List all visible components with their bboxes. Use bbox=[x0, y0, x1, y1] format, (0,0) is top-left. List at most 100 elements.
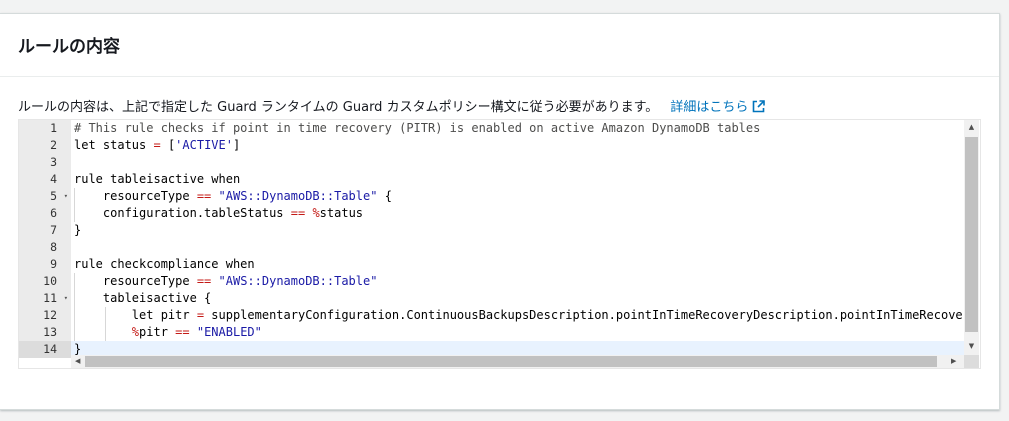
scroll-down-arrow-icon[interactable]: ▼ bbox=[964, 342, 979, 350]
code-line: rule tableisactive when bbox=[71, 171, 964, 188]
code-token: % bbox=[312, 206, 320, 220]
line-number: 2 bbox=[19, 137, 71, 154]
rule-description: ルールの内容は、上記で指定した Guard ランタイムの Guard カスタムポ… bbox=[18, 96, 766, 115]
vertical-scrollbar[interactable]: ▲ ▼ bbox=[964, 120, 979, 355]
code-token: == bbox=[175, 325, 190, 339]
line-number-text: 6 bbox=[50, 206, 57, 220]
line-number: 10 bbox=[19, 273, 71, 290]
code-line: # This rule checks if point in time reco… bbox=[71, 120, 964, 137]
line-number-text: 10 bbox=[43, 274, 57, 288]
line-number: 11 ▾ bbox=[19, 290, 71, 307]
code-token: } bbox=[74, 223, 82, 237]
line-number-text: 7 bbox=[50, 223, 57, 237]
code-token: resourceType bbox=[74, 189, 197, 203]
learn-more-link[interactable]: 詳細はこちら bbox=[670, 100, 766, 115]
code-token: "AWS::DynamoDB::Table" bbox=[218, 189, 378, 203]
code-editor[interactable]: 1 2 3 4 5 ▾ 6 7 8 9 10 11 ▾ 12 13 14 # This rule checks… bbox=[18, 119, 981, 369]
code-token: status bbox=[319, 206, 364, 220]
code-token: ] bbox=[232, 138, 241, 152]
vertical-scroll-thumb[interactable] bbox=[965, 137, 978, 332]
indent-guide bbox=[74, 273, 75, 341]
line-number-text: 12 bbox=[43, 308, 57, 322]
line-number: 4 bbox=[19, 171, 71, 188]
code-line: let pitr = supplementaryConfiguration.Co… bbox=[71, 307, 964, 324]
line-number: 6 bbox=[19, 205, 71, 222]
line-number-text: 4 bbox=[50, 172, 57, 186]
code-token: configuration.tableStatus bbox=[74, 206, 291, 220]
code-token: let status bbox=[74, 138, 154, 152]
code-token: = bbox=[153, 138, 161, 152]
code-token: == bbox=[196, 274, 212, 288]
code-token: tableisactive { bbox=[74, 291, 212, 305]
line-number-text: 14 bbox=[43, 342, 57, 356]
line-number-text: 8 bbox=[50, 240, 57, 254]
code-token: } bbox=[74, 342, 82, 355]
code-token: [ bbox=[160, 138, 176, 152]
fold-toggle-icon[interactable]: ▾ bbox=[64, 188, 68, 205]
line-number: 14 bbox=[19, 341, 71, 358]
indent-guide bbox=[74, 188, 75, 222]
panel-title: ルールの内容 bbox=[18, 37, 120, 57]
code-token: "ENABLED" bbox=[196, 325, 262, 339]
line-number-text: 5 bbox=[50, 189, 57, 203]
code-area[interactable]: # This rule checks if point in time reco… bbox=[71, 120, 964, 355]
rule-content-panel: ルールの内容 ルールの内容は、上記で指定した Guard ランタイムの Guar… bbox=[0, 13, 1000, 410]
learn-more-label: 詳細はこちら bbox=[670, 100, 749, 115]
horizontal-scrollbar[interactable]: ◀ ▶ bbox=[71, 355, 964, 368]
line-number: 7 bbox=[19, 222, 71, 239]
line-number-text: 11 bbox=[43, 291, 57, 305]
panel-header: ルールの内容 bbox=[0, 14, 999, 77]
code-token: 'ACTIVE' bbox=[175, 138, 233, 152]
code-token: == bbox=[196, 189, 212, 203]
fold-toggle-icon[interactable]: ▾ bbox=[64, 290, 68, 307]
description-text: ルールの内容は、上記で指定した Guard ランタイムの Guard カスタムポ… bbox=[18, 100, 659, 115]
scroll-right-arrow-icon[interactable]: ▶ bbox=[951, 355, 956, 368]
code-token: == bbox=[290, 206, 306, 220]
scrollbar-corner bbox=[964, 355, 979, 368]
code-line: } bbox=[71, 222, 964, 239]
code-token: % bbox=[131, 325, 140, 339]
code-token: # This rule checks if point in time reco… bbox=[74, 121, 761, 135]
line-number: 3 bbox=[19, 154, 71, 171]
line-number-text: 2 bbox=[50, 138, 57, 152]
code-token: rule checkcompliance when bbox=[74, 257, 255, 271]
code-token: rule tableisactive when bbox=[74, 172, 241, 186]
code-line: %pitr == "ENABLED" bbox=[71, 324, 964, 341]
code-token: "AWS::DynamoDB::Table" bbox=[218, 274, 378, 288]
code-line: configuration.tableStatus == %status bbox=[71, 205, 964, 222]
line-number-text: 3 bbox=[50, 155, 57, 169]
code-line: resourceType == "AWS::DynamoDB::Table" { bbox=[71, 188, 964, 205]
scroll-up-arrow-icon[interactable]: ▲ bbox=[964, 123, 979, 131]
code-token: resourceType bbox=[74, 274, 197, 288]
external-link-icon bbox=[753, 100, 766, 113]
code-line: rule checkcompliance when bbox=[71, 256, 964, 273]
code-line: resourceType == "AWS::DynamoDB::Table" bbox=[71, 273, 964, 290]
scroll-left-arrow-icon[interactable]: ◀ bbox=[75, 355, 80, 368]
line-number: 1 bbox=[19, 120, 71, 137]
line-number: 13 bbox=[19, 324, 71, 341]
line-number-text: 9 bbox=[50, 257, 57, 271]
indent-guide bbox=[105, 307, 106, 341]
line-number-text: 13 bbox=[43, 325, 57, 339]
code-token: let pitr bbox=[74, 308, 197, 322]
code-token: = bbox=[196, 308, 205, 322]
line-number: 5 ▾ bbox=[19, 188, 71, 205]
line-number: 8 bbox=[19, 239, 71, 256]
code-line: let status = ['ACTIVE'] bbox=[71, 137, 964, 154]
line-number-gutter: 1 2 3 4 5 ▾ 6 7 8 9 10 11 ▾ 12 13 14 bbox=[19, 120, 71, 358]
code-line: } bbox=[71, 341, 964, 355]
code-token: supplementaryConfiguration.ContinuousBac… bbox=[204, 308, 964, 322]
code-token: { bbox=[377, 189, 392, 203]
line-number: 9 bbox=[19, 256, 71, 273]
code-token: pitr bbox=[139, 325, 176, 339]
line-number-text: 1 bbox=[50, 121, 57, 135]
line-number: 12 bbox=[19, 307, 71, 324]
code-line: tableisactive { bbox=[71, 290, 964, 307]
horizontal-scroll-thumb[interactable] bbox=[85, 356, 937, 367]
